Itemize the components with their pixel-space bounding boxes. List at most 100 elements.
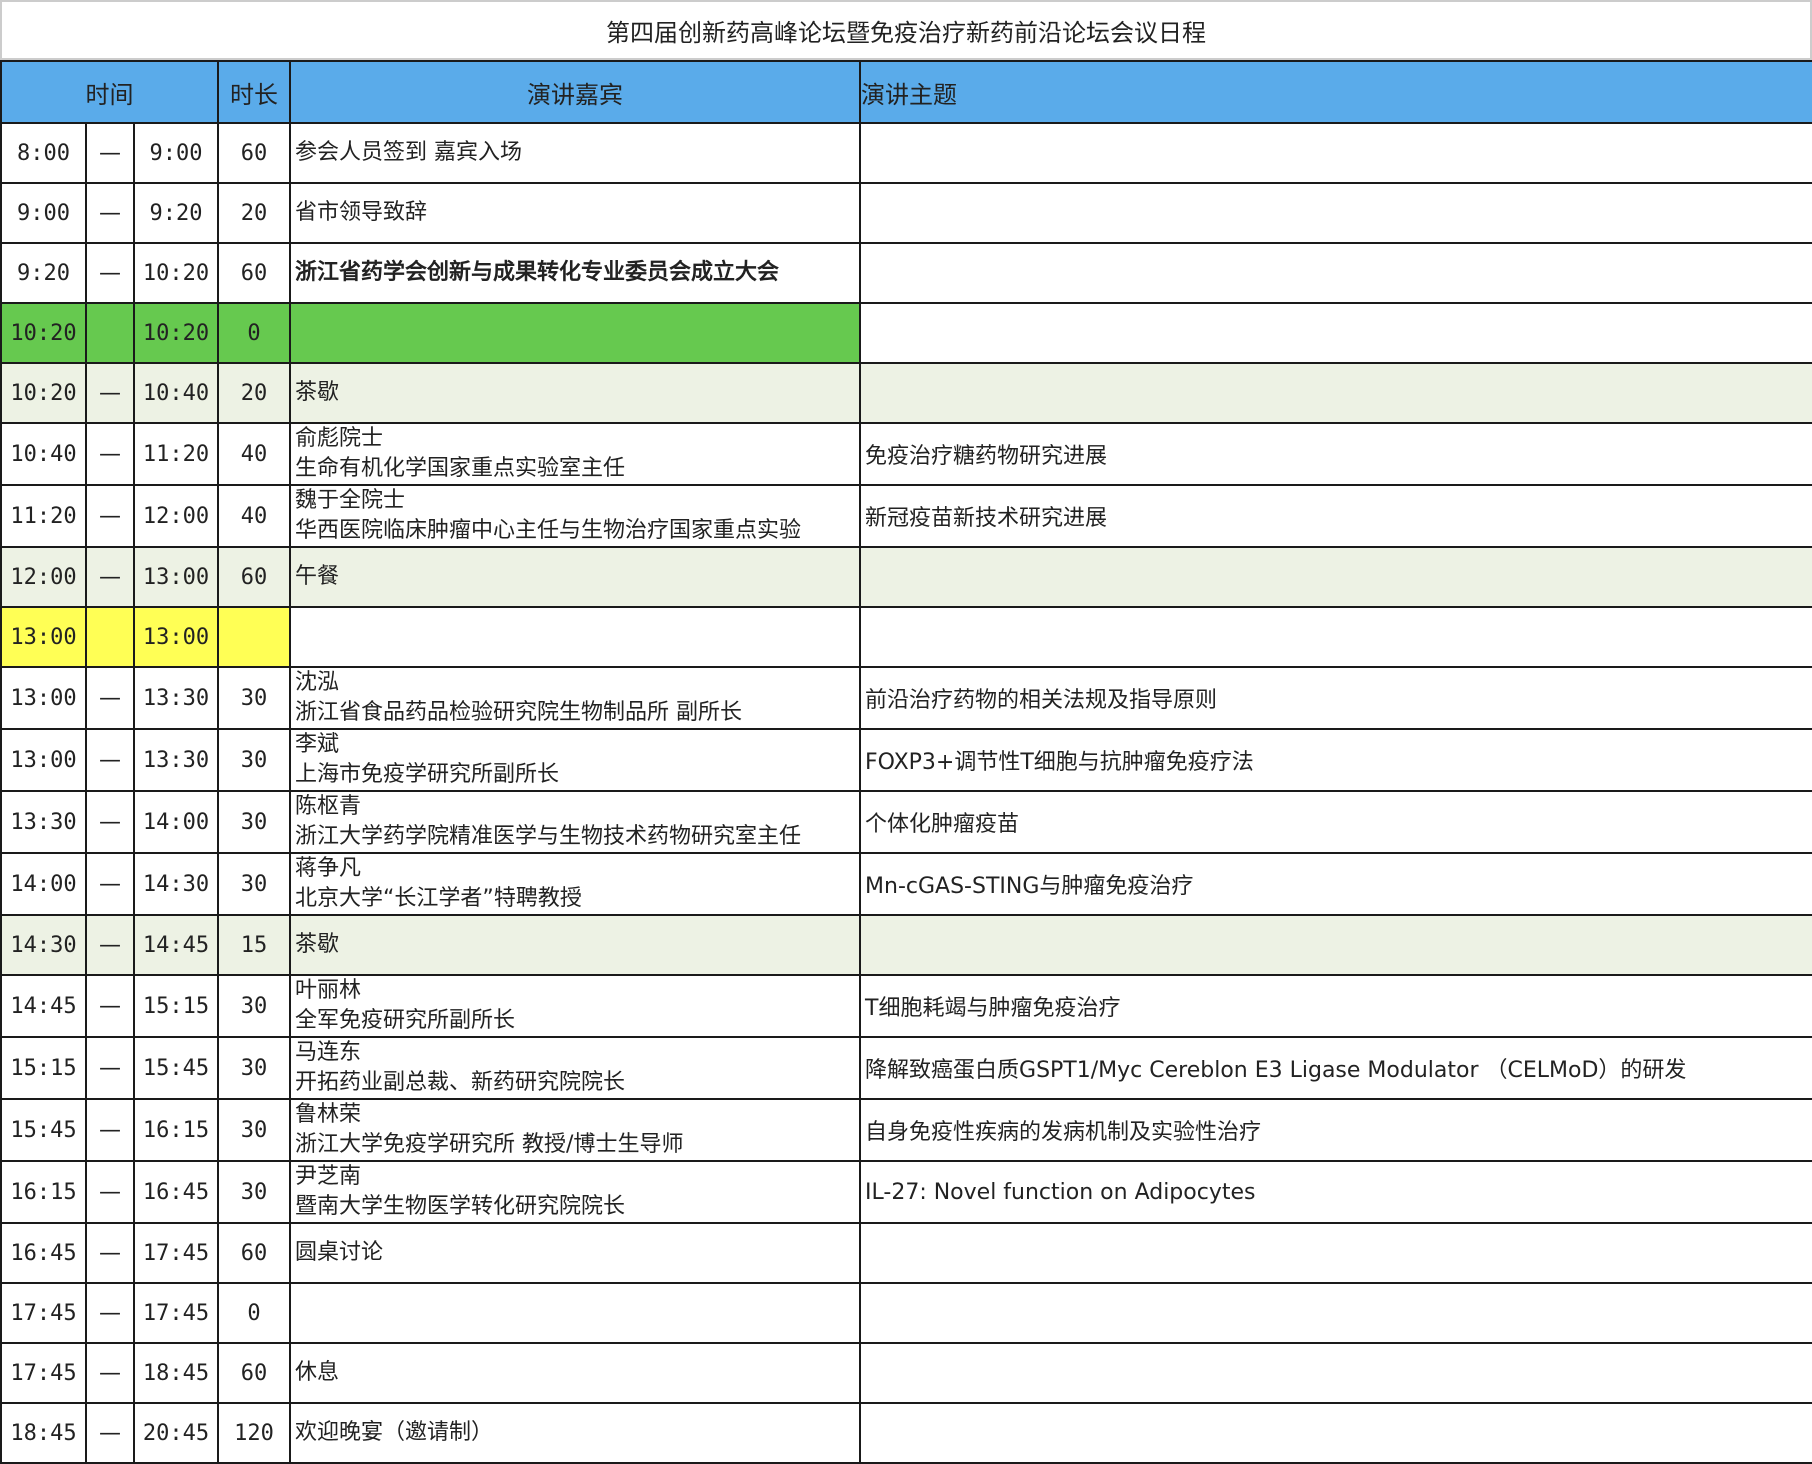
end-time: 13:30: [132, 666, 220, 730]
speaker-affiliation: 华西医院临床肿瘤中心主任与生物治疗国家重点实验: [295, 518, 802, 543]
table-row[interactable]: 9:00—9:20 20 省市领导致辞: [0, 182, 1812, 244]
start-time: 16:15: [0, 1160, 87, 1224]
time-separator: —: [85, 546, 135, 608]
table-row[interactable]: 12:00—13:00 60 午餐: [0, 546, 1812, 608]
table-row[interactable]: 14:30—14:45 15 茶歇: [0, 914, 1812, 976]
speaker-cell: 马连东 开拓药业副总裁、新药研究院院长: [289, 1036, 862, 1100]
end-time: 9:20: [132, 182, 220, 244]
table-row[interactable]: 13:00—13:30 30 李斌 上海市免疫学研究所副所长 FOXP3+调节性T细胞与…: [0, 728, 1812, 792]
start-time: 15:15: [0, 1036, 87, 1100]
end-time: 13:00: [132, 606, 220, 668]
start-time: 8:00: [0, 122, 87, 184]
start-time: 13:00: [0, 728, 87, 792]
table-row[interactable]: 10:20 10:20 0: [0, 302, 1812, 364]
topic-cell: [859, 914, 1812, 976]
table-row[interactable]: 10:20—10:40 20 茶歇: [0, 362, 1812, 424]
table-row[interactable]: 11:20—12:00 40 魏于全院士 华西医院临床肿瘤中心主任与生物治疗国家重点实…: [0, 484, 1812, 548]
speaker-name: 省市领导致辞: [295, 200, 428, 225]
schedule-table: 时间 时长 演讲嘉宾 演讲主题 8:00—9:00 60 参会人员签到 嘉宾入场 9:…: [0, 60, 1812, 1464]
end-time: 9:00: [132, 122, 220, 184]
topic-cell: [859, 1222, 1812, 1284]
start-time: 13:00: [0, 666, 87, 730]
topic-cell: Mn-cGAS-STING与肿瘤免疫治疗: [859, 852, 1812, 916]
topic-cell: [859, 362, 1812, 424]
speaker-affiliation: 浙江大学药学院精准医学与生物技术药物研究室主任: [295, 824, 802, 849]
duration-cell: 40: [217, 422, 292, 486]
table-row[interactable]: 16:45—17:45 60 圆桌讨论: [0, 1222, 1812, 1284]
end-time: 16:45: [132, 1160, 220, 1224]
start-time: 16:45: [0, 1222, 87, 1284]
speaker-affiliation: 浙江省食品药品检验研究院生物制品所 副所长: [295, 700, 743, 725]
start-time: 14:00: [0, 852, 87, 916]
header-speaker[interactable]: 演讲嘉宾: [289, 60, 862, 124]
table-row[interactable]: 18:45—20:45 120 欢迎晚宴（邀请制）: [0, 1402, 1812, 1464]
topic-cell: [859, 1342, 1812, 1404]
speaker-cell: 沈泓 浙江省食品药品检验研究院生物制品所 副所长: [289, 666, 862, 730]
speaker-cell: 俞彪院士 生命有机化学国家重点实验室主任: [289, 422, 862, 486]
table-row[interactable]: 14:00—14:30 30 蒋争凡 北京大学“长江学者”特聘教授 Mn-cGAS-ST…: [0, 852, 1812, 916]
topic-cell: T细胞耗竭与肿瘤免疫治疗: [859, 974, 1812, 1038]
speaker-name: 参会人员签到 嘉宾入场: [295, 140, 523, 165]
end-time: 10:40: [132, 362, 220, 424]
start-time: 18:45: [0, 1402, 87, 1464]
header-row: 时间 时长 演讲嘉宾 演讲主题: [0, 60, 1812, 124]
table-row[interactable]: 15:45—16:15 30 鲁林荣 浙江大学免疫学研究所 教授/博士生导师 自身免疫性…: [0, 1098, 1812, 1162]
table-row[interactable]: 13:30—14:00 30 陈枢青 浙江大学药学院精准医学与生物技术药物研究室主任个…: [0, 790, 1812, 854]
duration-cell: 30: [217, 790, 292, 854]
end-time: 16:15: [132, 1098, 220, 1162]
speaker-cell: 尹芝南 暨南大学生物医学转化研究院院长: [289, 1160, 862, 1224]
start-time: 10:20: [0, 362, 87, 424]
time-separator: —: [85, 974, 135, 1038]
table-row[interactable]: 17:45—18:45 60 休息: [0, 1342, 1812, 1404]
time-separator: —: [85, 182, 135, 244]
time-separator: —: [85, 666, 135, 730]
duration-cell: 0: [217, 1282, 292, 1344]
table-row[interactable]: 17:45—17:45 0: [0, 1282, 1812, 1344]
topic-cell: IL-27: Novel function on Adipocytes: [859, 1160, 1812, 1224]
table-row[interactable]: 13:00—13:30 30 沈泓 浙江省食品药品检验研究院生物制品所 副所长 前沿治疗…: [0, 666, 1812, 730]
time-separator: —: [85, 1036, 135, 1100]
duration-cell: 30: [217, 852, 292, 916]
time-separator: —: [85, 362, 135, 424]
speaker-affiliation: 全军免疫研究所副所长: [295, 1008, 516, 1033]
header-time[interactable]: 时间: [0, 60, 220, 124]
topic-cell: 免疫治疗糖药物研究进展: [859, 422, 1812, 486]
topic-cell: [859, 1282, 1812, 1344]
duration-cell: 40: [217, 484, 292, 548]
start-time: 12:00: [0, 546, 87, 608]
time-separator: —: [85, 484, 135, 548]
duration-cell: 60: [217, 546, 292, 608]
table-row[interactable]: 9:20—10:20 60 浙江省药学会创新与成果转化专业委员会成立大会: [0, 242, 1812, 304]
speaker-name: 休息: [295, 1360, 340, 1385]
speaker-name: 茶歇: [295, 380, 340, 405]
end-time: 15:45: [132, 1036, 220, 1100]
speaker-name: 鲁林荣: [295, 1102, 362, 1127]
start-time: 14:45: [0, 974, 87, 1038]
speaker-cell: 午餐: [289, 546, 862, 608]
time-separator: —: [85, 852, 135, 916]
header-duration[interactable]: 时长: [217, 60, 292, 124]
page-title: 第四届创新药高峰论坛暨免疫治疗新药前沿论坛会议日程: [0, 0, 1812, 60]
topic-cell: [859, 546, 1812, 608]
duration-cell: 20: [217, 182, 292, 244]
duration-cell: 30: [217, 1160, 292, 1224]
speaker-cell: 休息: [289, 1342, 862, 1404]
speaker-name: 尹芝南: [295, 1164, 362, 1189]
table-row[interactable]: 14:45—15:15 30 叶丽林 全军免疫研究所副所长 T细胞耗竭与肿瘤免疫治疗: [0, 974, 1812, 1038]
header-topic[interactable]: 演讲主题: [859, 60, 1812, 124]
time-separator: —: [85, 1282, 135, 1344]
duration-cell: 60: [217, 242, 292, 304]
end-time: 17:45: [132, 1222, 220, 1284]
table-row[interactable]: 10:40—11:20 40 俞彪院士 生命有机化学国家重点实验室主任 免疫治疗糖药物研…: [0, 422, 1812, 486]
topic-cell: 新冠疫苗新技术研究进展: [859, 484, 1812, 548]
topic-cell: [859, 606, 1812, 668]
table-row[interactable]: 15:15—15:45 30 马连东 开拓药业副总裁、新药研究院院长 降解致癌蛋白质GS…: [0, 1036, 1812, 1100]
table-row[interactable]: 8:00—9:00 60 参会人员签到 嘉宾入场: [0, 122, 1812, 184]
speaker-name: 俞彪院士: [295, 426, 384, 451]
end-time: 14:45: [132, 914, 220, 976]
duration-cell: 30: [217, 728, 292, 792]
table-row[interactable]: 13:00 13:00: [0, 606, 1812, 668]
duration-cell: 60: [217, 1222, 292, 1284]
table-row[interactable]: 16:15—16:45 30 尹芝南 暨南大学生物医学转化研究院院长 IL-27: No…: [0, 1160, 1812, 1224]
time-separator: [85, 606, 135, 668]
